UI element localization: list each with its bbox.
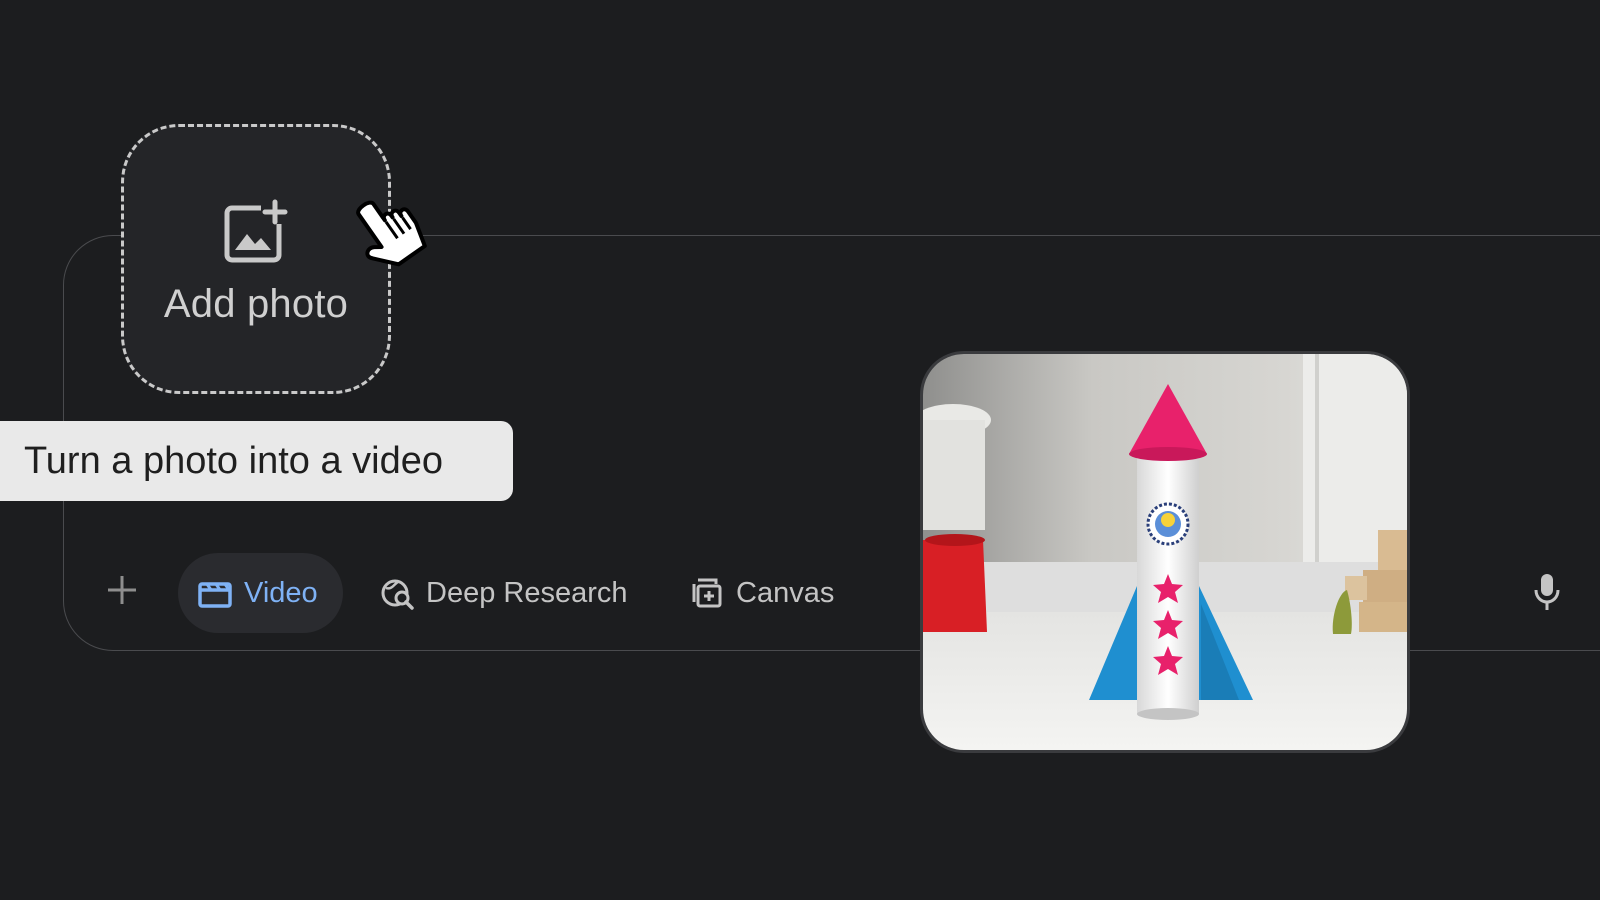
video-tool-button[interactable]: Video [178, 553, 343, 633]
stage: Add photo Turn a photo into a video Vide… [0, 0, 1600, 900]
rocket-photo-preview [920, 351, 1410, 753]
plus-icon [108, 576, 136, 604]
clapperboard-icon [198, 582, 232, 608]
plus-button[interactable] [100, 568, 144, 612]
canvas-label: Canvas [736, 576, 835, 609]
canvas-button[interactable]: Canvas [684, 553, 834, 633]
hand-cursor-icon [356, 200, 427, 267]
deep-research-label: Deep Research [426, 576, 628, 609]
rocket-photo-image [923, 354, 1407, 750]
microphone-icon[interactable] [1532, 572, 1562, 612]
canvas-icon [692, 578, 722, 608]
add-photo-label: Add photo [163, 281, 349, 326]
globe-search-icon [381, 579, 414, 610]
deep-research-button[interactable]: Deep Research [374, 553, 628, 633]
tooltip-text: Turn a photo into a video [24, 439, 443, 482]
add-photo-icon [224, 199, 289, 262]
video-tool-label: Video [244, 576, 318, 609]
tooltip: Turn a photo into a video [0, 421, 513, 501]
